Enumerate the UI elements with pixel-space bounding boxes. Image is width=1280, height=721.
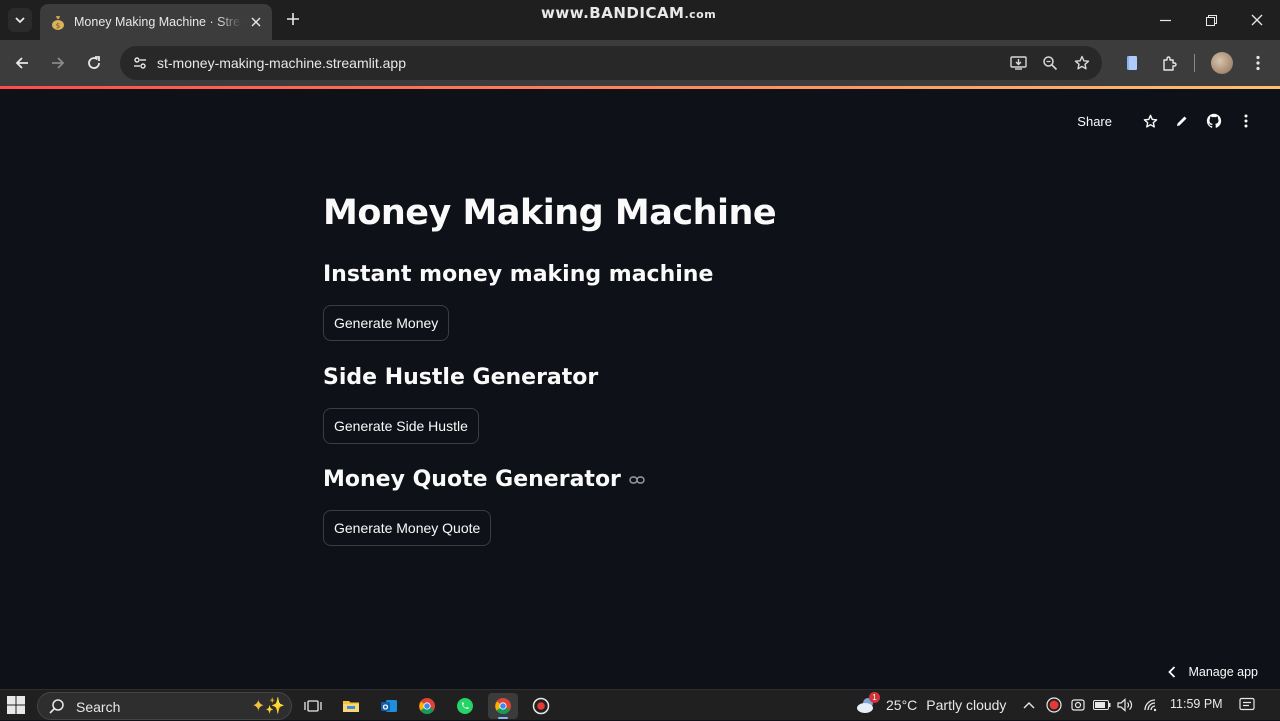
plus-icon [287,13,299,25]
windows-logo-icon [7,696,25,714]
whatsapp-button[interactable] [450,693,480,719]
money-bag-icon: $ [50,14,66,30]
battery-icon[interactable] [1092,695,1112,715]
edit-pencil-icon[interactable] [1170,109,1194,133]
section-heading-money-quote: Money Quote Generator [323,467,645,492]
search-icon [48,698,66,721]
app-header: Share [1077,109,1258,133]
weather-condition: Partly cloudy [926,697,1007,713]
forward-button[interactable] [46,51,70,75]
chevron-down-icon [15,17,25,24]
chrome-icon [419,698,435,714]
chrome-active-button[interactable] [488,693,518,719]
file-explorer-button[interactable] [336,693,366,719]
restore-button[interactable] [1199,8,1223,32]
extensions-icon[interactable] [1157,51,1181,75]
url-text: st-money-making-machine.streamlit.app [157,55,406,71]
watermark-text: www.BANDICAM [541,4,685,22]
recording-watermark: www.BANDICAM.com [541,4,716,22]
wifi-icon[interactable] [1141,695,1161,715]
chevron-left-icon [1168,666,1176,678]
task-view-button[interactable] [298,693,328,719]
zoom-icon[interactable] [1038,51,1062,75]
browser-tab[interactable]: $ Money Making Machine · Streamlit [40,4,272,40]
chrome-button[interactable] [412,693,442,719]
weather-widget[interactable]: 1 25°C Partly cloudy [856,692,1007,716]
github-icon[interactable] [1202,109,1226,133]
bookmark-star-icon[interactable] [1070,51,1094,75]
section-heading-side-hustle: Side Hustle Generator [323,365,599,390]
whatsapp-icon [457,698,473,714]
weather-temp: 25°C [886,697,918,713]
address-bar[interactable]: st-money-making-machine.streamlit.app [120,46,1102,80]
minimize-icon [1159,19,1171,21]
notification-icon[interactable] [1237,695,1257,715]
recording-indicator-icon[interactable] [1044,695,1064,715]
chrome-icon [495,698,511,714]
app-menu-icon[interactable] [1234,109,1258,133]
task-view-icon [304,700,322,712]
install-app-icon[interactable] [1006,51,1030,75]
site-info-icon[interactable] [128,51,152,75]
windows-taskbar: Search ✦✨ O 1 25°C Partly cloudy 11:59 P… [0,689,1280,720]
back-button[interactable] [10,51,34,75]
svg-text:$: $ [56,22,60,30]
outlook-button[interactable]: O [374,693,404,719]
manage-app-button[interactable]: Manage app [1168,665,1258,679]
streamlit-app: Share Money Making Machine Instant money… [0,89,1280,689]
volume-icon[interactable] [1115,695,1135,715]
close-tab-icon[interactable] [248,14,264,30]
tab-search-button[interactable] [8,8,32,32]
browser-tab-bar: $ Money Making Machine · Streamlit www.B… [0,0,1280,40]
minimize-button[interactable] [1153,8,1177,32]
taskbar-clock[interactable]: 11:59 PM [1170,697,1223,711]
close-icon [1251,14,1263,26]
restore-icon [1205,14,1217,26]
watermark-suffix: .com [684,8,717,21]
toolbar-divider [1194,54,1195,72]
outlook-icon: O [381,700,397,712]
manage-app-label: Manage app [1188,665,1258,679]
reload-button[interactable] [82,51,106,75]
arrow-right-icon [52,57,65,69]
new-tab-button[interactable] [282,8,304,30]
browser-toolbar: st-money-making-machine.streamlit.app [0,40,1280,86]
arrow-left-icon [15,57,28,69]
section-heading-instant-money: Instant money making machine [323,262,714,287]
more-menu-icon[interactable] [1246,51,1270,75]
star-icon[interactable] [1138,109,1162,133]
tab-title: Money Making Machine · Streamlit [74,15,242,29]
taskbar-search[interactable]: Search ✦✨ [37,692,292,720]
show-hidden-icons-button[interactable] [1019,695,1039,715]
share-button[interactable]: Share [1077,114,1112,129]
weather-alert-badge: 1 [869,692,880,703]
generate-side-hustle-button[interactable]: Generate Side Hustle [323,408,479,444]
profile-avatar[interactable] [1211,52,1233,74]
section-heading-money-quote-text: Money Quote Generator [323,467,621,492]
search-label: Search [76,699,121,715]
page-title: Money Making Machine [323,193,777,233]
folder-icon [343,701,359,712]
copilot-sparkle-icon: ✦✨ [251,698,285,715]
record-icon [532,697,550,715]
svg-text:O: O [383,704,389,712]
start-button[interactable] [6,695,28,717]
chevron-up-icon [1023,702,1035,709]
bandicam-button[interactable] [526,693,556,719]
generate-money-button[interactable]: Generate Money [323,305,450,341]
generate-money-quote-button[interactable]: Generate Money Quote [323,510,492,546]
camera-tray-icon[interactable] [1068,695,1088,715]
partly-cloudy-icon: 1 [856,692,880,716]
reload-icon [88,56,100,69]
close-window-button[interactable] [1245,8,1269,32]
link-anchor-icon[interactable] [629,475,645,485]
reading-list-icon[interactable] [1120,51,1144,75]
